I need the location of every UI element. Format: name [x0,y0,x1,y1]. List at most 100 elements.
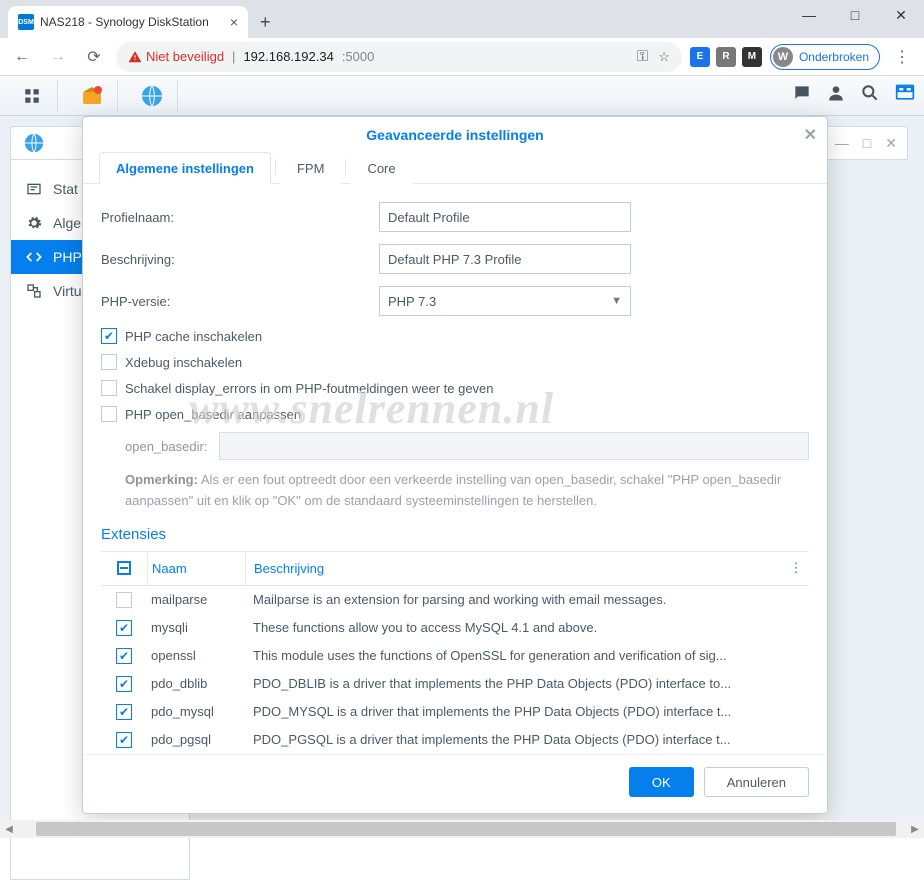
window-maximize-button[interactable]: □ [832,0,878,30]
xdebug-checkbox[interactable] [101,354,117,370]
description-label: Beschrijving: [101,252,379,267]
column-header-name[interactable]: Naam [147,552,245,585]
security-warning: Niet beveiligd [128,49,224,64]
modal-backdrop: Geavanceerde instellingen ✕ Algemene ins… [0,116,924,820]
php-version-label: PHP-versie: [101,294,379,309]
tab-favicon: DSM [18,14,34,30]
address-host: 192.168.192.34 [243,49,333,64]
modal-title: Geavanceerde instellingen ✕ [83,117,827,151]
address-port: :5000 [342,49,375,64]
window-close-button[interactable]: ✕ [878,0,924,30]
cancel-button[interactable]: Annuleren [704,767,809,797]
window-minimize-button[interactable]: — [786,0,832,30]
modal-close-icon[interactable]: ✕ [804,125,817,145]
chevron-down-icon: ▼ [611,295,622,307]
extension-name: pdo_pgsql [147,732,245,747]
ok-button[interactable]: OK [629,767,694,797]
extensions-table: Naam Beschrijving ⋮ mailparseMailparse i… [101,551,809,754]
browser-titlebar: DSM NAS218 - Synology DiskStation × + — … [0,0,924,38]
browser-toolbar: ← → ⟳ Niet beveiligd | 192.168.192.34 :50… [0,38,924,76]
extension-badge-m[interactable]: M [742,47,762,67]
modal-body: Profielnaam: Beschrijving: PHP-versie: P… [83,184,827,754]
scroll-right-icon[interactable]: ▶ [906,820,924,838]
open-basedir-checkbox-label: PHP open_basedir aanpassen [125,407,301,422]
dsm-package-center-icon[interactable] [66,80,118,112]
php-cache-checkbox[interactable] [101,328,117,344]
extension-row[interactable]: mailparseMailparse is an extension for p… [101,586,809,614]
xdebug-label: Xdebug inschakelen [125,355,242,370]
window-controls: — □ ✕ [786,0,924,30]
browser-tab[interactable]: DSM NAS218 - Synology DiskStation × [8,6,248,38]
extension-checkbox[interactable] [116,648,132,664]
back-button[interactable]: ← [8,43,36,71]
open-basedir-label: open_basedir: [125,439,207,454]
warning-icon [128,50,142,64]
extension-description: PDO_PGSQL is a driver that implements th… [245,732,809,747]
extension-description: PDO_DBLIB is a driver that implements th… [245,676,809,691]
description-input[interactable] [379,244,631,274]
open-basedir-input [219,432,809,460]
extension-row[interactable]: pdo_dblibPDO_DBLIB is a driver that impl… [101,670,809,698]
extensions-heading: Extensies [101,526,809,543]
extension-name: pdo_dblib [147,676,245,691]
extension-badge-r[interactable]: R [716,47,736,67]
open-basedir-checkbox[interactable] [101,406,117,422]
tab-title: NAS218 - Synology DiskStation [40,15,209,29]
tab-fpm[interactable]: FPM [280,152,341,184]
extension-name: pdo_mysql [147,704,245,719]
new-tab-button[interactable]: + [248,6,283,38]
advanced-settings-modal: Geavanceerde instellingen ✕ Algemene ins… [82,116,828,814]
extension-name: openssl [147,648,245,663]
browser-menu-icon[interactable]: ⋮ [888,43,916,71]
column-header-description[interactable]: Beschrijving [245,552,783,585]
dsm-web-station-icon[interactable] [126,80,178,112]
modal-tabs: Algemene instellingen FPM Core [83,151,827,184]
tab-general[interactable]: Algemene instellingen [99,152,271,184]
extension-description: These functions allow you to access MySQ… [245,620,809,635]
extension-checkbox[interactable] [116,732,132,748]
extension-description: PDO_MYSQL is a driver that implements th… [245,704,809,719]
scroll-left-icon[interactable]: ◀ [0,820,18,838]
key-icon[interactable]: ⚿ [637,48,648,65]
open-basedir-note: Opmerking: Als er een fout optreedt door… [101,470,809,512]
profile-avatar: W [773,47,793,67]
table-menu-icon[interactable]: ⋮ [783,560,809,576]
profile-name-input[interactable] [379,202,631,232]
extensions-table-header: Naam Beschrijving ⋮ [101,552,809,586]
address-separator: | [232,49,235,64]
dsm-search-icon[interactable] [860,83,880,108]
extension-row[interactable]: pdo_mysqlPDO_MYSQL is a driver that impl… [101,698,809,726]
extension-row[interactable]: opensslThis module uses the functions of… [101,642,809,670]
extension-checkbox[interactable] [116,592,132,608]
extension-name: mysqli [147,620,245,635]
php-version-select[interactable]: PHP 7.3 ▼ [379,286,631,316]
extension-checkbox[interactable] [116,676,132,692]
dsm-desktop: — □ ✕ Stat Alge PHP Virtu Geavanceerde i… [0,116,924,820]
forward-button[interactable]: → [44,43,72,71]
dsm-widgets-icon[interactable] [894,83,916,108]
extension-badge-e[interactable]: E [690,47,710,67]
dsm-apps-icon[interactable] [6,80,58,112]
extension-checkbox[interactable] [116,704,132,720]
dsm-user-icon[interactable] [826,83,846,108]
horizontal-scrollbar[interactable]: ◀ ▶ [0,820,924,838]
php-cache-label: PHP cache inschakelen [125,329,262,344]
address-bar[interactable]: Niet beveiligd | 192.168.192.34 :5000 ⚿ ☆ [116,42,682,72]
dsm-toolbar [0,76,924,116]
extension-row[interactable]: mysqliThese functions allow you to acces… [101,614,809,642]
tab-close-icon[interactable]: × [230,14,238,30]
tab-core[interactable]: Core [350,152,412,184]
reload-button[interactable]: ⟳ [80,43,108,71]
display-errors-checkbox[interactable] [101,380,117,396]
profile-button[interactable]: W Onderbroken [770,44,880,70]
modal-footer: OK Annuleren [83,754,827,813]
bookmark-star-icon[interactable]: ☆ [658,49,670,65]
extension-row[interactable]: pdo_pgsqlPDO_PGSQL is a driver that impl… [101,726,809,754]
scrollbar-thumb[interactable] [36,822,896,836]
select-all-checkbox[interactable] [117,561,131,575]
profile-label: Onderbroken [799,50,869,64]
extension-description: This module uses the functions of OpenSS… [245,648,809,663]
extension-checkbox[interactable] [116,620,132,636]
extension-name: mailparse [147,592,245,607]
dsm-chat-icon[interactable] [792,83,812,108]
